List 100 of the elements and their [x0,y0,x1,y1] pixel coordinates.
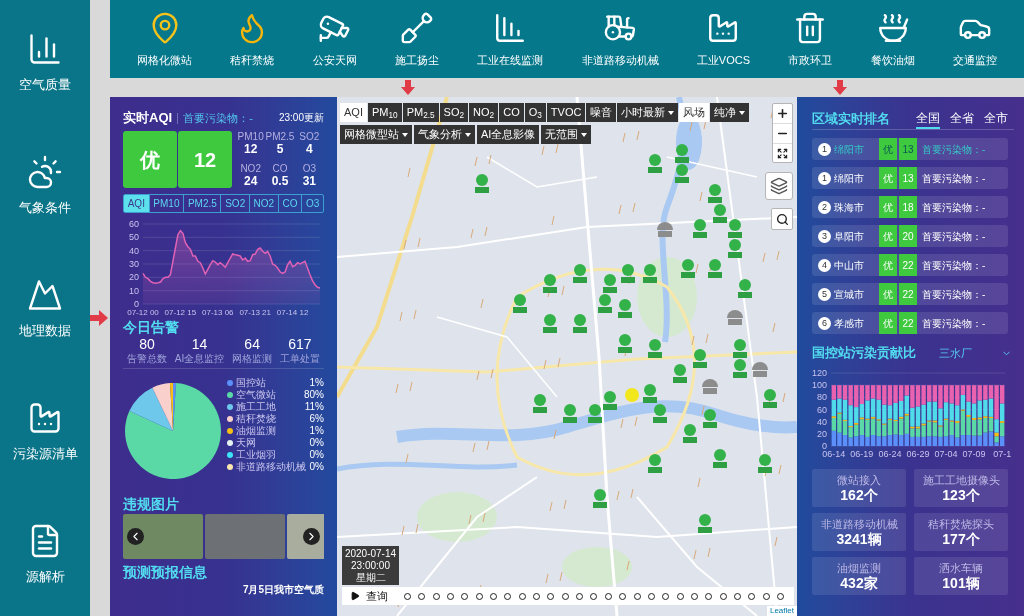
legend-value: 0% [309,437,324,448]
x-axis-label: 07-14 12 [276,308,309,317]
y-axis-label: 50 [129,232,139,243]
legend-label: 非道路移动机械 [236,461,306,472]
stat-value: 101辆 [942,574,980,592]
time-text: 23:00:00 [351,559,390,572]
stat-label: 秸秆焚烧探头 [928,516,994,531]
y-axis-label: 20 [129,272,139,283]
x-axis-label: 07-09 [962,449,986,459]
primary-pollutant: 首要污染物：- [922,316,986,330]
weekday-text: 星期二 [355,571,386,584]
legend-value: 80% [304,389,324,400]
x-axis-label: 07-12 00 [127,308,159,317]
primary-pollutant: 首要污染物：- [922,229,986,243]
stat-value: 80 [139,336,155,352]
section-title: 今日告警 [123,318,179,336]
aqi-grade: 优 [879,283,897,305]
y-axis-label: 100 [811,380,827,391]
aqi-value: 12 [178,131,232,188]
stat-value: 432家 [840,574,878,592]
stat-label: AI全息监控 [174,352,225,365]
primary-pollutant: 首要污染物：- [922,142,986,156]
rank-number: 1 [818,142,831,156]
section-title: 国控站污染贡献比 [812,344,916,362]
legend-value: 1% [309,377,324,388]
pollutant-name: CO [272,163,288,174]
y-axis-label: 60 [817,404,827,415]
aqi-grade: 优 [879,254,897,276]
pollutant-value: 5 [276,143,284,156]
stat-label: 施工工地摄像头 [922,472,1000,487]
city-name: 绵阳市 [834,171,865,185]
rank-number: 1 [818,171,831,185]
pollutant-value: 0.5 [271,175,289,188]
panel-title: 实时AQI [123,110,173,126]
forecast-text: 7月5日我市空气质 [242,583,324,596]
primary-pollutant: 首要污染物：- [922,287,986,301]
y-axis-label: 40 [817,416,827,427]
x-axis-label: 06-24 [878,449,902,459]
stat-value: 64 [244,336,260,352]
rank-number: 3 [818,229,831,243]
date-text: 2020-07-14 [344,547,397,560]
legend-label: 施工工地 [236,401,276,412]
y-axis-label: 120 [811,368,827,378]
x-axis-label: 06-19 [850,449,874,459]
rank-number: 2 [818,200,831,214]
pollutant-name: NO2 [240,163,261,174]
legend-value: 6% [309,413,324,424]
aqi-grade: 优 [879,225,897,247]
city-name: 孝感市 [834,316,865,330]
x-axis-label: 07-04 [934,449,958,459]
y-axis-label: 0 [134,299,139,309]
legend-label: 天网 [236,437,256,448]
aqi-grade: 优 [879,167,897,189]
stat-value: 177个 [942,530,980,548]
y-axis-label: 10 [129,285,139,296]
y-axis-label: 40 [129,245,139,256]
y-axis-label: 30 [129,259,139,269]
x-axis-label: 07-12 15 [164,308,197,317]
stat-value: 162个 [840,486,878,504]
x-axis-label: 06-14 [822,449,846,459]
y-axis-label: 0 [822,441,827,451]
primary-pollutant: 首要污染物：- [922,171,986,185]
stat-value: 617 [288,336,312,352]
legend-label: 工业烟羽 [236,449,276,460]
city-name: 珠海市 [834,200,865,214]
pollutant-name: PM10 [237,131,264,142]
aqi-grade: 优 [123,131,177,188]
primary-pollutant: 首要污染物：- [922,258,986,272]
aqi-grade: 优 [879,312,897,334]
aqi-value: 20 [899,225,917,247]
pollutant-name: O3 [302,163,316,174]
city-name: 宣城市 [834,287,865,301]
stat-label: 非道路移动机械 [820,516,898,531]
pollutant-name: SO2 [299,131,320,142]
stat-label: 网格监测 [232,352,273,365]
section-title: 区域实时排名 [812,110,890,128]
city-name: 阜阳市 [834,229,865,243]
stat-value: 123个 [942,486,980,504]
stat-value: 3241辆 [836,530,882,548]
legend-value: 11% [304,401,324,412]
aqi-value: 13 [899,138,917,160]
pollutant-name: PM2.5 [265,131,295,142]
pollutant-value: 12 [244,143,258,156]
pollutant-value: 24 [244,175,258,188]
stat-value: 14 [191,336,208,352]
legend-label: 国控站 [236,377,266,388]
aqi-value: 22 [899,254,917,276]
city-name: 绵阳市 [834,142,865,156]
legend-label: 空气微站 [236,389,276,400]
x-axis-label: 07-13 21 [239,308,271,317]
section-title: 违规图片 [123,495,179,513]
aqi-value: 18 [899,196,917,218]
aqi-value: 22 [899,283,917,305]
x-axis-label: 07-1 [993,449,1012,459]
x-axis-label: 07-13 06 [202,308,234,317]
primary-pollutant: 首要污染物：- [922,200,986,214]
legend-label: 油烟监测 [236,425,276,436]
aqi-grade: 优 [879,138,897,160]
aqi-value: 22 [899,312,917,334]
y-axis-label: 80 [817,392,827,403]
